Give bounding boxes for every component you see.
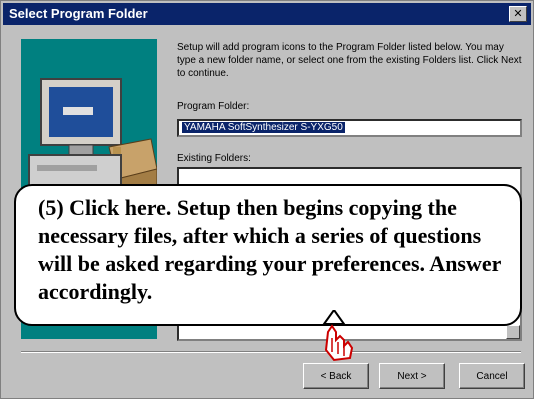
next-button[interactable]: Next > — [379, 363, 445, 389]
program-folder-input[interactable]: YAMAHA SoftSynthesizer S-YXG50 — [177, 119, 522, 137]
window-title: Select Program Folder — [9, 6, 148, 21]
cancel-button[interactable]: Cancel — [459, 363, 525, 389]
hand-pointer-icon — [322, 310, 354, 362]
program-folder-label: Program Folder: — [177, 101, 250, 112]
scroll-down-arrow[interactable] — [506, 325, 520, 339]
close-button[interactable]: ✕ — [509, 6, 527, 22]
separator — [21, 351, 521, 353]
back-button[interactable]: < Back — [303, 363, 369, 389]
close-icon: ✕ — [513, 7, 523, 20]
existing-folders-label: Existing Folders: — [177, 153, 251, 164]
instructions-text: Setup will add program icons to the Prog… — [177, 42, 522, 79]
program-folder-value: YAMAHA SoftSynthesizer S-YXG50 — [182, 122, 345, 133]
title-bar: Select Program Folder ✕ — [3, 3, 531, 25]
instruction-callout: (5) Click here. Setup then begins copyin… — [14, 184, 522, 326]
callout-text: (5) Click here. Setup then begins copyin… — [38, 195, 502, 304]
